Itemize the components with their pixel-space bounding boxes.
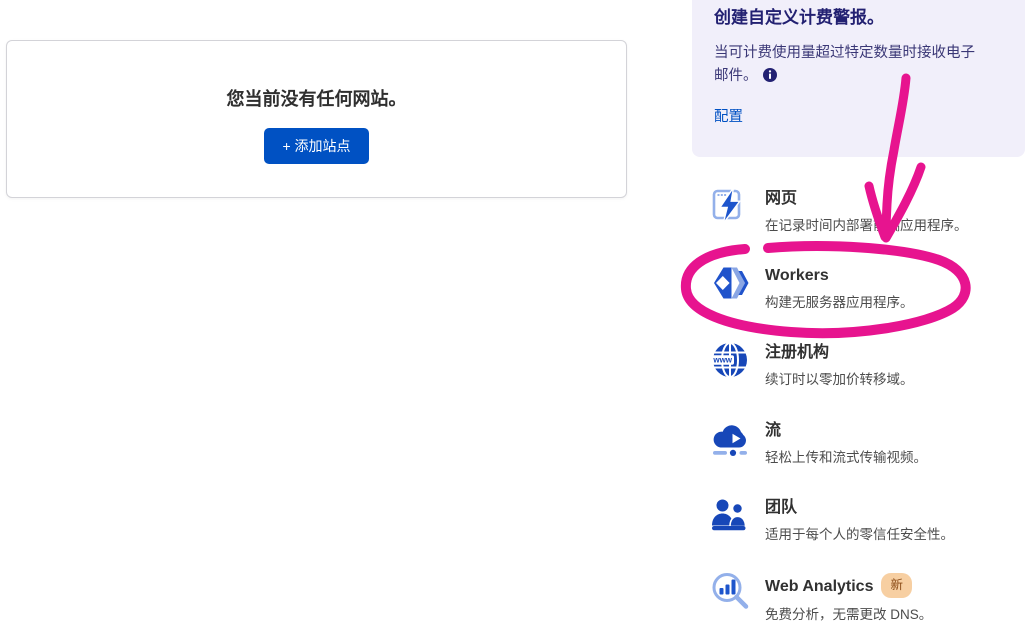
svg-text:www: www xyxy=(712,356,732,365)
new-badge: 新 xyxy=(881,573,912,598)
billing-alert-description: 当可计费使用量超过特定数量时接收电子邮件。 xyxy=(714,42,982,90)
product-title: 流 xyxy=(765,420,927,441)
cloud-play-icon xyxy=(710,418,750,458)
product-text: 流 轻松上传和流式传输视频。 xyxy=(765,418,927,466)
product-item-stream[interactable]: 流 轻松上传和流式传输视频。 xyxy=(692,418,1029,466)
workers-logo-icon xyxy=(710,263,750,303)
page: { "main": { "empty_message": "您当前没有任何网站。… xyxy=(0,0,1029,634)
product-title: Web Analytics 新 xyxy=(765,573,932,598)
product-description: 适用于每个人的零信任安全性。 xyxy=(765,523,954,543)
product-title: 网页 xyxy=(765,188,968,209)
product-item-web-analytics[interactable]: Web Analytics 新 免费分析，无需更改 DNS。 xyxy=(692,571,1029,623)
empty-sites-message: 您当前没有任何网站。 xyxy=(7,85,626,111)
people-icon xyxy=(710,495,750,535)
browser-lightning-icon xyxy=(710,186,750,226)
product-text: 网页 在记录时间内部署前端应用程序。 xyxy=(765,186,968,234)
product-description: 轻松上传和流式传输视频。 xyxy=(765,446,927,466)
product-item-teams[interactable]: 团队 适用于每个人的零信任安全性。 xyxy=(692,495,1029,543)
product-title: 团队 xyxy=(765,497,954,518)
product-description: 在记录时间内部署前端应用程序。 xyxy=(765,214,968,234)
info-icon[interactable] xyxy=(763,67,777,90)
globe-www-icon: www xyxy=(710,340,750,380)
product-title: Workers xyxy=(765,265,914,286)
magnifier-chart-icon xyxy=(710,571,750,611)
product-text: 团队 适用于每个人的零信任安全性。 xyxy=(765,495,954,543)
product-text: Web Analytics 新 免费分析，无需更改 DNS。 xyxy=(765,571,932,623)
configure-link[interactable]: 配置 xyxy=(714,105,743,126)
product-item-registrar[interactable]: www 注册机构 续订时以零加价转移域。 xyxy=(692,340,1029,388)
product-title: 注册机构 xyxy=(765,342,914,363)
product-item-pages[interactable]: 网页 在记录时间内部署前端应用程序。 xyxy=(692,186,1029,234)
product-text: 注册机构 续订时以零加价转移域。 xyxy=(765,340,914,388)
billing-alert-description-text: 当可计费使用量超过特定数量时接收电子邮件。 xyxy=(714,45,975,84)
product-item-workers[interactable]: Workers 构建无服务器应用程序。 xyxy=(692,263,1029,311)
product-text: Workers 构建无服务器应用程序。 xyxy=(765,263,914,311)
product-description: 免费分析，无需更改 DNS。 xyxy=(765,603,932,623)
add-site-button[interactable]: + 添加站点 xyxy=(264,128,368,164)
billing-alert-card: 创建自定义计费警报。 当可计费使用量超过特定数量时接收电子邮件。 配置 xyxy=(692,0,1025,157)
product-description: 构建无服务器应用程序。 xyxy=(765,291,914,311)
billing-alert-title: 创建自定义计费警报。 xyxy=(714,3,1001,28)
empty-sites-card: 您当前没有任何网站。 + 添加站点 xyxy=(6,40,627,198)
product-title-text: Web Analytics xyxy=(765,578,873,595)
product-description: 续订时以零加价转移域。 xyxy=(765,368,914,388)
